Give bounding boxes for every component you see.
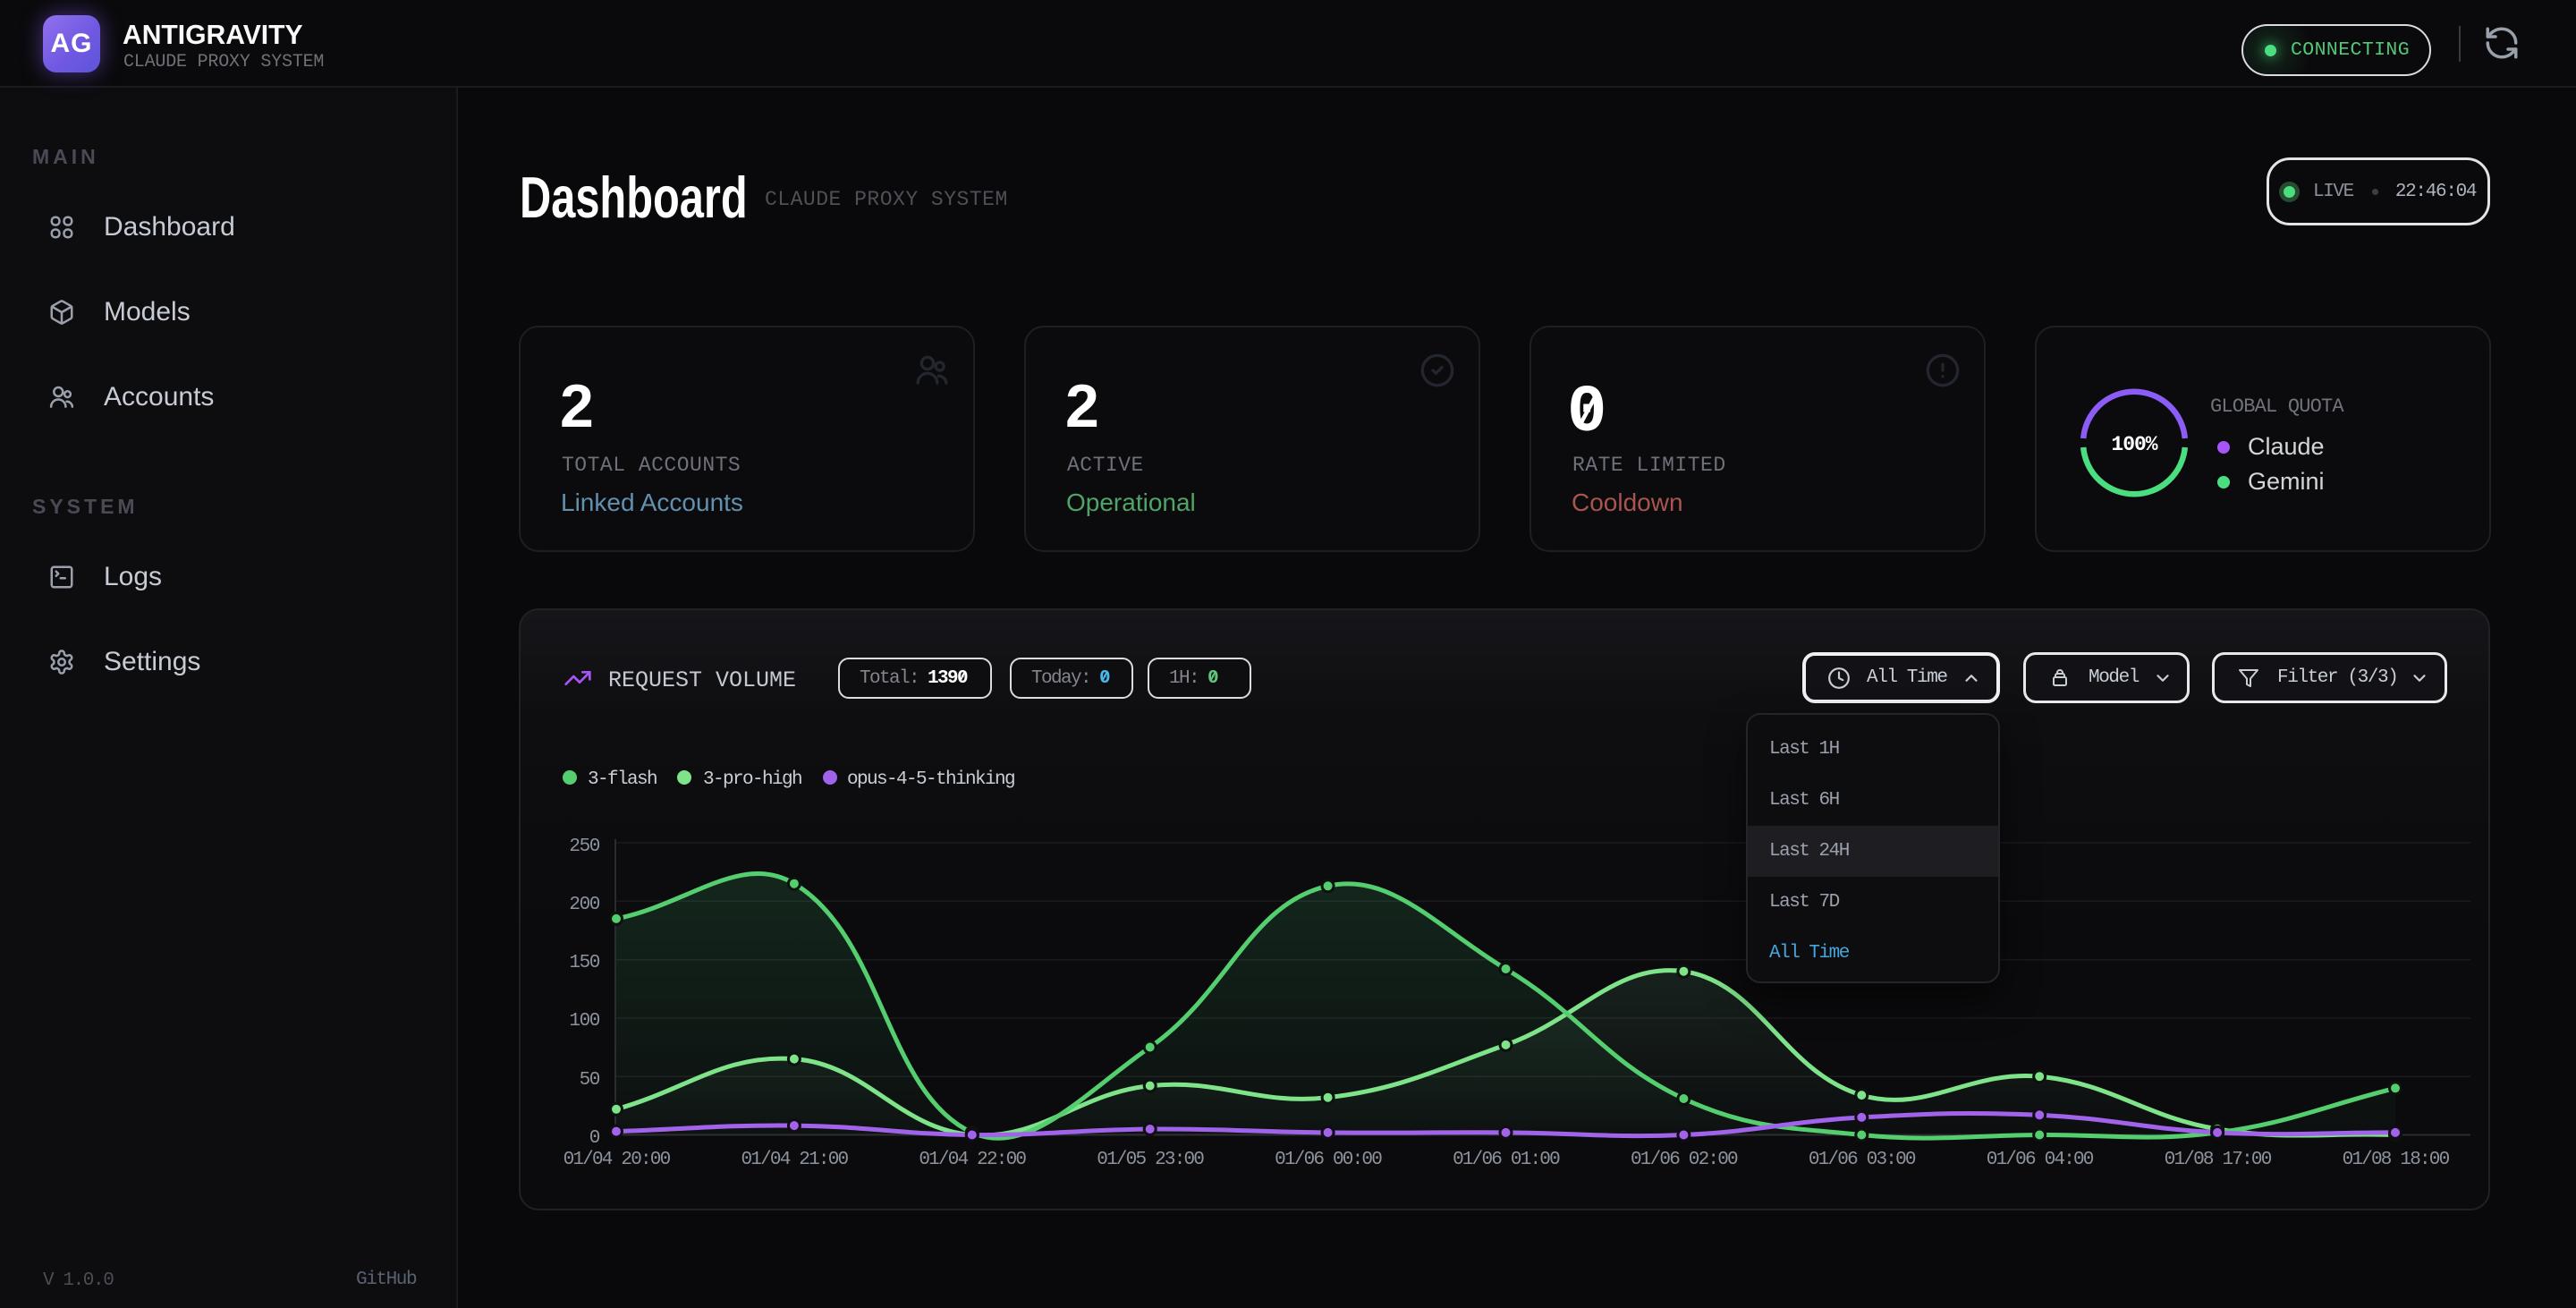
svg-text:01/08 18:00: 01/08 18:00 — [2343, 1150, 2450, 1170]
svg-text:50: 50 — [580, 1070, 600, 1091]
svg-text:01/04 21:00: 01/04 21:00 — [741, 1150, 848, 1170]
svg-text:250: 250 — [569, 837, 599, 857]
svg-text:01/06 04:00: 01/06 04:00 — [1987, 1150, 2094, 1170]
svg-text:200: 200 — [569, 895, 599, 915]
svg-text:0: 0 — [589, 1128, 600, 1149]
svg-text:01/04 20:00: 01/04 20:00 — [564, 1150, 671, 1170]
svg-text:100%: 100% — [2111, 433, 2157, 456]
svg-text:opus-4-5-thinking: opus-4-5-thinking — [847, 769, 1014, 790]
svg-text:3-flash: 3-flash — [588, 769, 657, 790]
svg-text:01/06 02:00: 01/06 02:00 — [1631, 1150, 1738, 1170]
svg-text:3-pro-high: 3-pro-high — [703, 769, 801, 790]
svg-text:01/06 03:00: 01/06 03:00 — [1809, 1150, 1916, 1170]
svg-text:01/05 23:00: 01/05 23:00 — [1097, 1150, 1204, 1170]
svg-text:01/04 22:00: 01/04 22:00 — [919, 1150, 1026, 1170]
svg-text:150: 150 — [569, 953, 599, 973]
svg-text:01/08 17:00: 01/08 17:00 — [2165, 1150, 2272, 1170]
svg-text:01/06 01:00: 01/06 01:00 — [1453, 1150, 1560, 1170]
svg-text:01/06 00:00: 01/06 00:00 — [1275, 1150, 1382, 1170]
svg-text:100: 100 — [569, 1011, 599, 1032]
